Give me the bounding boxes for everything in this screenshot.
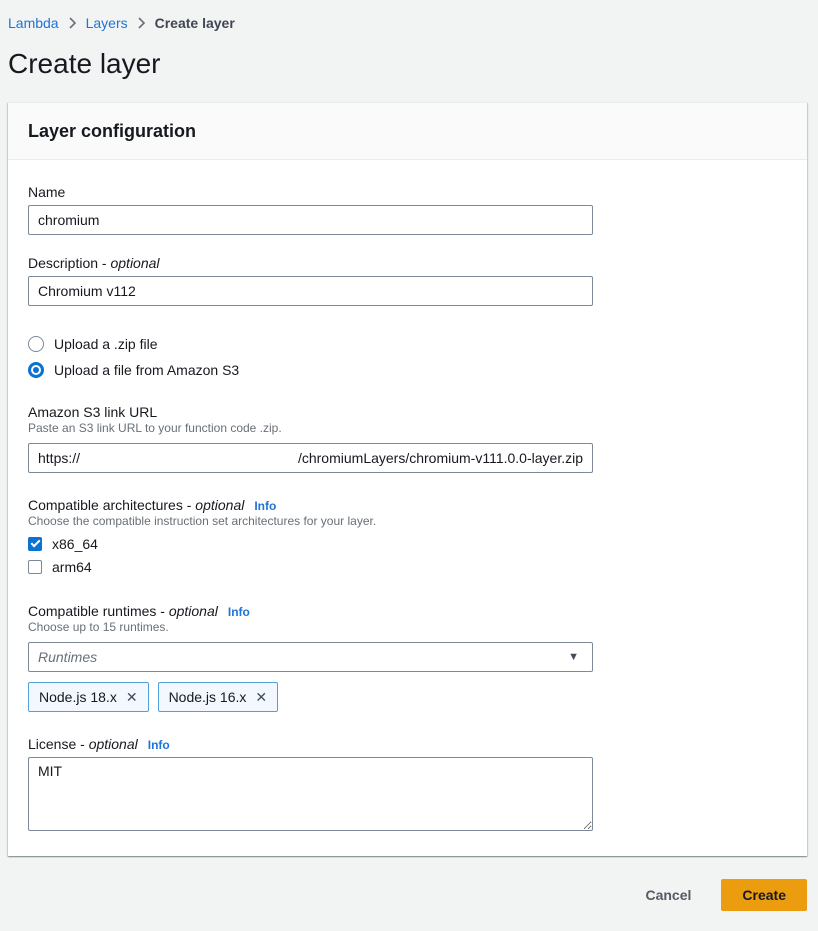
breadcrumb-link-layers[interactable]: Layers	[86, 15, 128, 31]
s3-url-prefix: https://	[38, 450, 80, 466]
optional-text: optional	[195, 497, 244, 513]
description-label: Description - optional	[28, 255, 787, 271]
description-input[interactable]	[28, 276, 593, 306]
s3-url-input[interactable]: https:// /chromiumLayers/chromium-v111.0…	[28, 443, 593, 473]
optional-text: optional	[169, 603, 218, 619]
optional-text: optional	[89, 736, 138, 752]
description-field: Description - optional	[28, 255, 787, 306]
card-header: Layer configuration	[8, 103, 807, 160]
layer-configuration-card: Layer configuration Name Description - o…	[8, 102, 807, 856]
breadcrumb: Lambda Layers Create layer	[8, 0, 807, 31]
s3-url-suffix: /chromiumLayers/chromium-v111.0.0-layer.…	[298, 450, 583, 466]
name-field: Name	[28, 184, 787, 235]
card-body: Name Description - optional Upload a .zi…	[8, 160, 807, 856]
radio-upload-zip-label: Upload a .zip file	[54, 336, 158, 352]
architectures-field: Compatible architectures - optional Info…	[28, 497, 787, 575]
breadcrumb-current: Create layer	[155, 15, 235, 31]
runtime-token-list: Node.js 18.x ✕ Node.js 16.x ✕	[28, 682, 787, 712]
chevron-right-icon	[137, 17, 146, 29]
s3-url-label: Amazon S3 link URL	[28, 404, 787, 420]
upload-source-radio-group: Upload a .zip file Upload a file from Am…	[28, 336, 787, 378]
s3-url-hint: Paste an S3 link URL to your function co…	[28, 420, 787, 436]
page-title: Create layer	[8, 48, 807, 80]
runtime-token-nodejs-16: Node.js 16.x ✕	[158, 682, 279, 712]
radio-upload-zip[interactable]: Upload a .zip file	[28, 336, 787, 352]
description-label-text: Description - optional	[28, 255, 160, 271]
architectures-label-text: Compatible architectures - optional	[28, 497, 244, 513]
checkbox-x86-64[interactable]: x86_64	[28, 536, 787, 552]
runtimes-select-placeholder: Runtimes	[38, 649, 97, 665]
runtimes-info-link[interactable]: Info	[228, 605, 250, 619]
name-input[interactable]	[28, 205, 593, 235]
license-label: License - optional Info	[28, 736, 787, 752]
checkbox-checked-icon[interactable]	[28, 537, 42, 551]
checkbox-arm64[interactable]: arm64	[28, 559, 787, 575]
radio-unchecked-icon[interactable]	[28, 336, 44, 352]
architectures-info-link[interactable]: Info	[254, 499, 276, 513]
runtime-token-label: Node.js 18.x	[39, 689, 117, 705]
s3-url-field: Amazon S3 link URL Paste an S3 link URL …	[28, 404, 787, 473]
dismiss-icon[interactable]: ✕	[126, 690, 138, 704]
license-textarea[interactable]: MIT	[28, 757, 593, 831]
chevron-right-icon	[68, 17, 77, 29]
license-label-text: License - optional	[28, 736, 138, 752]
name-label: Name	[28, 184, 787, 200]
optional-text: optional	[110, 255, 159, 271]
create-layer-page: Lambda Layers Create layer Create layer …	[0, 0, 818, 911]
card-title: Layer configuration	[28, 121, 196, 141]
runtimes-label-text: Compatible runtimes - optional	[28, 603, 218, 619]
radio-upload-s3[interactable]: Upload a file from Amazon S3	[28, 362, 787, 378]
caret-down-icon: ▼	[568, 652, 579, 663]
dismiss-icon[interactable]: ✕	[255, 690, 267, 704]
runtimes-field: Compatible runtimes - optional Info Choo…	[28, 603, 787, 712]
create-button[interactable]: Create	[721, 879, 807, 911]
license-field: License - optional Info MIT	[28, 736, 787, 834]
architectures-hint: Choose the compatible instruction set ar…	[28, 513, 787, 529]
checkbox-x86-64-label: x86_64	[52, 536, 98, 552]
architectures-label: Compatible architectures - optional Info	[28, 497, 787, 513]
cancel-button[interactable]: Cancel	[641, 881, 695, 909]
radio-upload-s3-label: Upload a file from Amazon S3	[54, 362, 239, 378]
runtime-token-nodejs-18: Node.js 18.x ✕	[28, 682, 149, 712]
footer-actions: Cancel Create	[8, 879, 807, 911]
runtimes-label: Compatible runtimes - optional Info	[28, 603, 787, 619]
breadcrumb-link-lambda[interactable]: Lambda	[8, 15, 59, 31]
checkbox-unchecked-icon[interactable]	[28, 560, 42, 574]
license-info-link[interactable]: Info	[148, 738, 170, 752]
radio-checked-icon[interactable]	[28, 362, 44, 378]
name-label-text: Name	[28, 184, 65, 200]
runtimes-hint: Choose up to 15 runtimes.	[28, 619, 787, 635]
s3-url-label-text: Amazon S3 link URL	[28, 404, 157, 420]
checkbox-arm64-label: arm64	[52, 559, 92, 575]
runtimes-select[interactable]: Runtimes ▼	[28, 642, 593, 672]
runtime-token-label: Node.js 16.x	[169, 689, 247, 705]
